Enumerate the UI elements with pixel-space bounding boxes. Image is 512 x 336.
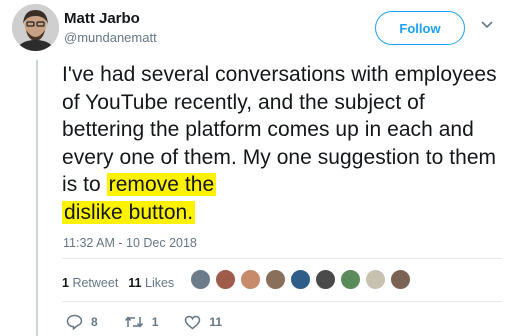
tweet-actions: 8 1 11 <box>66 314 248 330</box>
retweet-stat[interactable]: 1 Retweet <box>62 276 118 290</box>
highlighted-text-1: remove the <box>106 173 217 196</box>
liker-avatar[interactable] <box>315 269 336 290</box>
like-button[interactable]: 11 <box>184 315 222 330</box>
liker-avatar[interactable] <box>390 269 411 290</box>
liker-avatar[interactable] <box>190 269 211 290</box>
retweet-stat-count: 1 <box>62 276 69 290</box>
liker-avatars <box>190 269 415 290</box>
reply-icon <box>66 314 83 330</box>
reply-count: 8 <box>91 315 98 329</box>
retweet-button[interactable]: 1 <box>124 315 159 329</box>
reply-button[interactable]: 8 <box>66 314 98 330</box>
engagement-stats: 1 Retweet 11 Likes <box>62 276 184 290</box>
liker-avatar[interactable] <box>340 269 361 290</box>
like-count: 11 <box>209 315 223 329</box>
chevron-down-icon[interactable] <box>480 20 494 30</box>
retweet-count: 1 <box>151 315 159 329</box>
retweet-icon <box>124 316 143 328</box>
liker-avatar[interactable] <box>290 269 311 290</box>
author-block: Matt Jarbo @mundanematt <box>64 10 157 47</box>
divider <box>62 301 502 302</box>
retweet-stat-label: Retweet <box>72 276 119 290</box>
author-name[interactable]: Matt Jarbo <box>64 10 157 28</box>
timestamp[interactable]: 11:32 AM - 10 Dec 2018 <box>63 236 197 250</box>
likes-stat-label: Likes <box>145 276 175 290</box>
thread-line <box>36 60 38 336</box>
heart-icon <box>185 315 201 329</box>
follow-button[interactable]: Follow <box>375 11 465 45</box>
avatar[interactable] <box>12 4 59 51</box>
liker-avatar[interactable] <box>365 269 386 290</box>
likes-stat[interactable]: 11 Likes <box>128 276 174 290</box>
author-handle[interactable]: @mundanematt <box>64 29 157 47</box>
liker-avatar[interactable] <box>240 269 261 290</box>
tweet-text: I've had several conversations with empl… <box>62 61 502 226</box>
divider <box>62 258 502 259</box>
likes-stat-count: 11 <box>128 276 142 290</box>
liker-avatar[interactable] <box>265 269 286 290</box>
highlighted-text-2: dislike button. <box>62 200 196 224</box>
liker-avatar[interactable] <box>215 269 236 290</box>
